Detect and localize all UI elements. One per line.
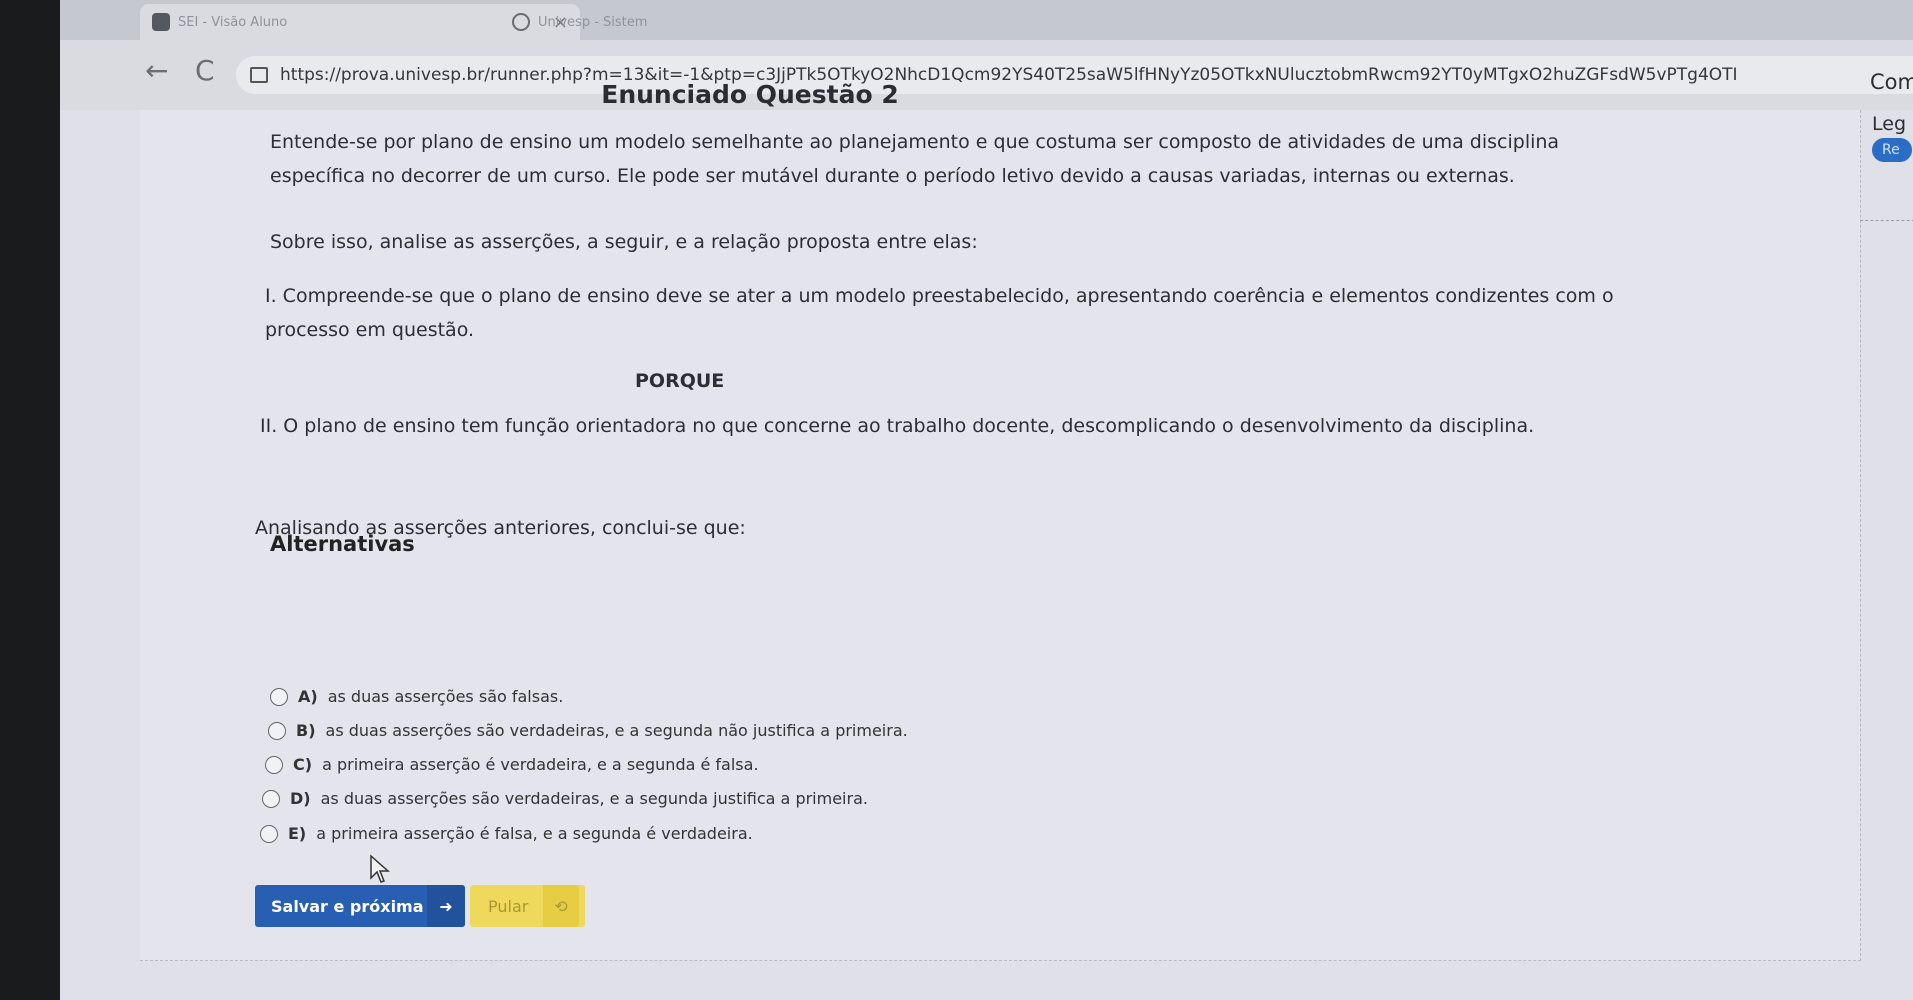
tab-title: SEI - Visão Aluno [178, 14, 288, 30]
tab-title: Univesp - Sistem [538, 14, 648, 30]
alternative-text: as duas asserções são falsas. [327, 687, 564, 706]
tab-univesp-sistema[interactable]: Univesp - Sistem [500, 4, 800, 40]
statement-line-2: específica no decorrer de um curso. Ele … [270, 165, 1515, 187]
analysis-prompt: Sobre isso, analise as asserções, a segu… [270, 231, 978, 253]
radio-e[interactable] [260, 824, 278, 843]
radio-d[interactable] [262, 789, 280, 808]
side-panel: Com Leg Re [1860, 70, 1913, 221]
statement-line-1: Entende-se por plano de ensino um modelo… [270, 131, 1560, 153]
alternatives-heading: Alternativas [270, 532, 415, 556]
radio-a[interactable] [270, 687, 288, 706]
skip-button-label: Pular [488, 896, 529, 916]
question-card: Enunciado Questão 2 Entende-se por plano… [140, 80, 1861, 961]
alternative-e[interactable]: E) a primeira asserção é falsa, e a segu… [260, 824, 753, 843]
radio-b[interactable] [268, 721, 286, 740]
legend-label: Leg [1872, 113, 1907, 135]
alternative-letter: C) [293, 755, 313, 774]
alternative-c[interactable]: C) a primeira asserção é verdadeira, e a… [265, 755, 759, 774]
alternative-text: as duas asserções são verdadeiras, e a s… [325, 721, 908, 740]
status-badge[interactable]: Re [1872, 138, 1912, 162]
globe-icon [512, 13, 530, 31]
arrow-right-icon: ➜ [427, 885, 465, 927]
radio-c[interactable] [265, 755, 283, 774]
skip-icon: ⟲ [543, 885, 579, 927]
skip-button[interactable]: Pular ⟲ [470, 885, 585, 927]
browser-window: SEI - Visão Aluno × Univesp - Sistem ← C… [60, 0, 1913, 1000]
question-title: Enunciado Questão 2 [601, 80, 899, 109]
alternative-text: a primeira asserção é verdadeira, e a se… [322, 755, 759, 774]
tab-favicon-icon [152, 13, 170, 31]
save-button-label: Salvar e próxima [271, 896, 424, 916]
save-and-next-button[interactable]: Salvar e próxima ➜ [255, 885, 465, 927]
alternative-letter: A) [298, 687, 318, 706]
alternative-d[interactable]: D) as duas asserções são verdadeiras, e … [262, 789, 868, 808]
side-panel-title: Com [1870, 70, 1913, 94]
porque-label: PORQUE [635, 370, 725, 392]
assertion-1-line-1: I. Compreende-se que o plano de ensino d… [265, 285, 1614, 307]
alternative-letter: E) [288, 824, 307, 843]
alternative-letter: D) [290, 789, 311, 808]
tab-strip: SEI - Visão Aluno × Univesp - Sistem [60, 0, 1913, 40]
alternative-text: a primeira asserção é falsa, e a segunda… [316, 824, 753, 843]
alternative-b[interactable]: B) as duas asserções são verdadeiras, e … [268, 721, 908, 740]
alternative-letter: B) [296, 721, 316, 740]
alternative-text: as duas asserções são verdadeiras, e a s… [320, 789, 868, 808]
page-content: Enunciado Questão 2 Entende-se por plano… [60, 70, 1913, 1000]
assertion-2: II. O plano de ensino tem função orienta… [260, 415, 1535, 437]
mouse-cursor-icon [370, 854, 390, 883]
assertion-1-line-2: processo em questão. [265, 319, 475, 341]
alternative-a[interactable]: A) as duas asserções são falsas. [270, 687, 563, 706]
